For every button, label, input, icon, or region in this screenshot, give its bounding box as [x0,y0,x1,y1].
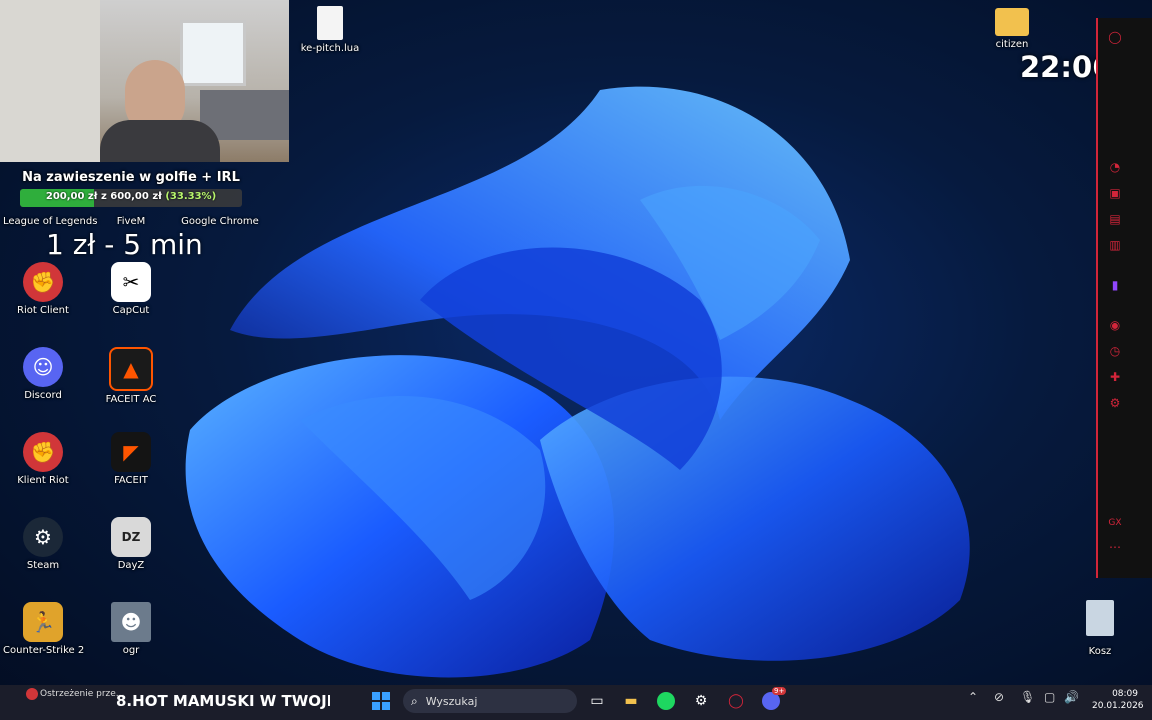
spotify-icon [657,692,675,710]
opera-icon: ◯ [728,693,744,709]
riot-fist-icon: ✊ [23,262,63,302]
desktop-icon-citizen[interactable]: citizen [972,8,1052,51]
recycle-bin-icon [1086,600,1114,636]
capcut-icon: ✂ [111,262,151,302]
more-icon[interactable]: ⋯ [1108,540,1122,554]
search-placeholder: Wyszukaj [425,694,478,708]
alert-icon [26,688,38,700]
ogr-photo-icon: ☻ [111,602,151,642]
desktop-icon-recycle-bin[interactable]: Kosz [1060,646,1140,658]
folder-icon [995,8,1029,36]
rate-text: 1 zł - 5 min [46,228,203,261]
file-explorer-button[interactable]: ▬ [620,690,642,712]
display-icon[interactable]: ▢ [1044,690,1055,704]
goal-percent: (33.33%) [165,191,217,202]
steam-taskbar-button[interactable]: ⚙ [690,690,712,712]
windows-icon [372,692,390,710]
tray-overflow-chevron-icon[interactable]: ⌃ [968,690,978,704]
task-view-icon: ▭ [590,693,604,709]
messenger-icon[interactable]: ▥ [1108,238,1122,252]
donation-goal: Na zawieszenie w golfie + IRL 200,00 zł … [20,170,242,207]
shop-icon[interactable]: ▣ [1108,186,1122,200]
desktop-icon-lua-file[interactable]: ke-pitch.lua [290,6,370,55]
folder-icon: ▬ [624,693,638,709]
speed-icon[interactable]: ◔ [1108,160,1122,174]
stream-notification: Ostrzeżenie prze... [0,686,124,720]
gx-icon[interactable]: GX [1108,516,1122,530]
network-off-icon[interactable]: ⊘ [994,690,1004,704]
extensions-icon[interactable]: ✚ [1108,370,1122,384]
riot-fist-icon: ✊ [23,432,63,472]
desktop-icon-fivem[interactable]: FiveM [91,216,171,228]
goal-progress-bar: 200,00 zł z 600,00 zł (33.33%) [20,189,242,207]
taskbar-time: 08:09 [1112,689,1138,699]
windows-start-button[interactable] [370,690,392,712]
faceit-ac-icon: ▲ [109,347,153,391]
desktop-icon-klient-riot[interactable]: ✊ Klient Riot [3,432,83,487]
webcam-feed [0,0,289,162]
player-icon[interactable]: ◉ [1108,318,1122,332]
discord-taskbar-button[interactable]: 9+ [760,687,787,712]
file-icon [317,6,343,40]
steam-icon: ⚙ [23,517,63,557]
faceit-icon: ◤ [111,432,151,472]
browser-sidebar: ◯ ◔ ▣ ▤ ▥ ▮ ◉ ◷ ✚ ⚙ GX ⋯ [1096,18,1152,578]
task-view-button[interactable]: ▭ [586,690,608,712]
search-icon: ⌕ [411,693,418,708]
microphone-icon[interactable]: 🎙 [1020,690,1035,704]
discord-icon: ☺ [23,347,63,387]
desktop-icon-capcut[interactable]: ✂ CapCut [91,262,171,317]
opera-gx-button[interactable]: ◯ [725,690,747,712]
desktop-icon-riot-client[interactable]: ✊ Riot Client [3,262,83,317]
desktop-icon-faceit-ac[interactable]: ▲ FACEIT AC [91,347,171,406]
history-icon[interactable]: ◷ [1108,344,1122,358]
taskbar-clock[interactable]: 08:09 20.01.2026 [1092,688,1144,712]
desktop-icon-steam[interactable]: ⚙ Steam [3,517,83,572]
desktop-icon-league-of-legends[interactable]: League of Legends [3,216,97,228]
taskbar-search[interactable]: ⌕ Wyszukaj [403,689,577,713]
desktop-icon-ogr[interactable]: ☻ ogr [91,602,171,657]
desktop-icon-discord[interactable]: ☺ Discord [3,347,83,402]
taskbar-date: 20.01.2026 [1092,701,1144,711]
desktop-icon-dayz[interactable]: DZ DayZ [91,517,171,572]
opera-icon[interactable]: ◯ [1108,30,1122,44]
desktop-icon-google-chrome[interactable]: Google Chrome [180,216,260,228]
twitch-icon[interactable]: ▮ [1108,278,1122,292]
spotify-button[interactable] [655,690,677,712]
dayz-icon: DZ [111,517,151,557]
goal-progress-text: 200,00 zł z 600,00 zł [45,191,162,202]
desktop-icon-faceit[interactable]: ◤ FACEIT [91,432,171,487]
volume-icon[interactable]: 🔊 [1064,690,1079,704]
desktop-icon-counter-strike-2[interactable]: 🏃 Counter-Strike 2 [3,602,84,657]
settings-icon[interactable]: ⚙ [1108,396,1122,410]
discord-badge: 9+ [772,687,787,695]
steam-icon: ⚙ [694,693,708,709]
gamepad-icon[interactable]: ▤ [1108,212,1122,226]
music-ticker: 8.HOT MAMUSKI W TWOJI [116,692,330,710]
goal-title: Na zawieszenie w golfie + IRL [22,170,240,185]
cs2-icon: 🏃 [23,602,63,642]
